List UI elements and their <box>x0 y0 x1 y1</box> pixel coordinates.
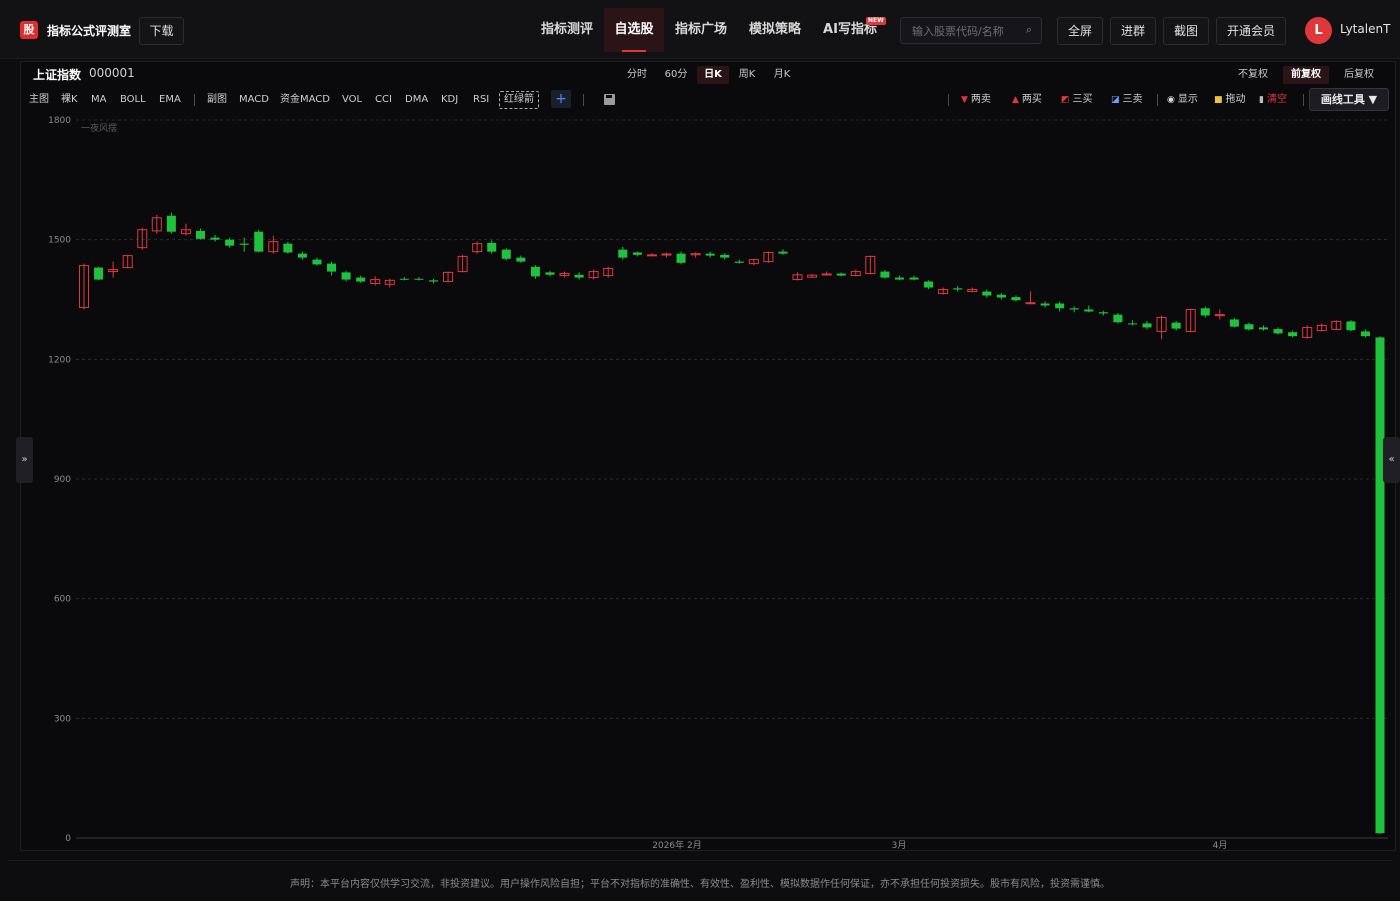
candle-body-down <box>312 259 322 265</box>
candle-body-down <box>880 271 890 278</box>
candle-body-up <box>646 254 657 257</box>
candle-body-down <box>734 261 744 263</box>
y-tick-label: 900 <box>54 475 71 485</box>
candle-body-down <box>225 239 235 246</box>
candle-body-down <box>1055 303 1065 309</box>
candle-body-down <box>1375 337 1385 834</box>
y-tick-label: 1500 <box>48 236 71 246</box>
candle-body-down <box>836 273 846 276</box>
candle-body-down <box>283 243 293 253</box>
collapse-right-arrow-icon[interactable]: « <box>1383 437 1400 483</box>
x-axis: 2026年 2月 3月 4月 <box>76 837 1388 851</box>
candle-body-down <box>1040 303 1050 306</box>
candle-body-down <box>297 253 307 258</box>
candle-body-down <box>210 237 220 240</box>
candle-body-down <box>341 272 351 280</box>
candle-body-up <box>821 273 832 276</box>
candle-body-down <box>982 291 992 296</box>
candle-body-down <box>1113 314 1123 323</box>
candle-body-down <box>1360 331 1370 337</box>
candle-body-down <box>894 277 904 280</box>
candle-body-down <box>428 280 438 282</box>
x-tick-label: 3月 <box>892 840 907 851</box>
y-tick-label: 1200 <box>48 355 71 365</box>
candle-body-down <box>1011 297 1021 301</box>
candle-body-down <box>1069 308 1079 310</box>
candle-body-down <box>1142 323 1152 328</box>
candle-body-down <box>239 243 249 245</box>
candle-body-up <box>661 253 672 256</box>
candle-body-down <box>530 266 540 277</box>
x-tick-label: 2026年 2月 <box>652 839 702 851</box>
chart-watermark: 一夜风摆 <box>81 122 117 134</box>
candle-body-down <box>705 253 715 256</box>
y-tick-label: 300 <box>54 714 71 724</box>
candle-body-down <box>166 215 176 232</box>
candle-body-down <box>1258 327 1269 330</box>
candle-body-down <box>1346 321 1356 331</box>
candle-body-down <box>195 230 206 239</box>
candle-body-down <box>1084 309 1094 312</box>
candle-body-down <box>1127 323 1137 325</box>
candle-body-down <box>720 254 730 258</box>
candle-body-down <box>356 277 366 282</box>
candle-body-up <box>1025 302 1036 305</box>
candle-body-down <box>676 253 686 263</box>
candle-body-down <box>254 231 264 252</box>
candle-body-down <box>1288 332 1298 337</box>
chart-grid <box>76 119 1388 839</box>
y-axis: 0 300 600 900 1200 1500 1800 <box>48 116 71 844</box>
candle-body-down <box>399 278 409 280</box>
y-tick-label: 0 <box>65 834 71 844</box>
candle-body-up <box>1214 314 1225 317</box>
candle-body-down <box>1273 329 1283 334</box>
y-tick-label: 600 <box>54 595 71 605</box>
candle-body-down <box>632 252 642 255</box>
candlestick-chart[interactable]: 0 300 600 900 1200 1500 1800 2026年 2月 3月 4月 一夜风摆 <box>0 0 1400 860</box>
candle-body-down <box>501 249 511 259</box>
candle-body-down <box>545 272 555 275</box>
candle-body-down <box>778 251 788 254</box>
x-tick-label: 4月 <box>1213 840 1228 851</box>
disclaimer-text: 声明：本平台内容仅供学习交流，非投资建议。用户操作风险自担；平台不对指标的准确性… <box>290 879 1110 890</box>
candle-body-down <box>1200 308 1210 316</box>
candle-body-down <box>1229 319 1239 327</box>
candles <box>78 212 1385 835</box>
candle-body-down <box>1244 324 1254 330</box>
candle-body-down <box>327 263 337 272</box>
candle-body-down <box>487 242 497 252</box>
candle-body-down <box>1098 312 1108 314</box>
candle-body-down <box>618 249 628 258</box>
candle-body-down <box>924 281 934 288</box>
candle-body-down <box>1171 322 1181 329</box>
candle-body-down <box>94 267 104 280</box>
y-tick-label: 1800 <box>48 116 71 126</box>
candle-body-down <box>909 277 919 280</box>
candle-body-down <box>953 288 963 290</box>
expand-left-arrow-icon[interactable]: » <box>16 437 33 483</box>
candle-body-down <box>516 257 526 262</box>
candle-body-down <box>574 274 584 278</box>
candle-body-down <box>996 294 1006 298</box>
candle-body-down <box>414 278 424 280</box>
